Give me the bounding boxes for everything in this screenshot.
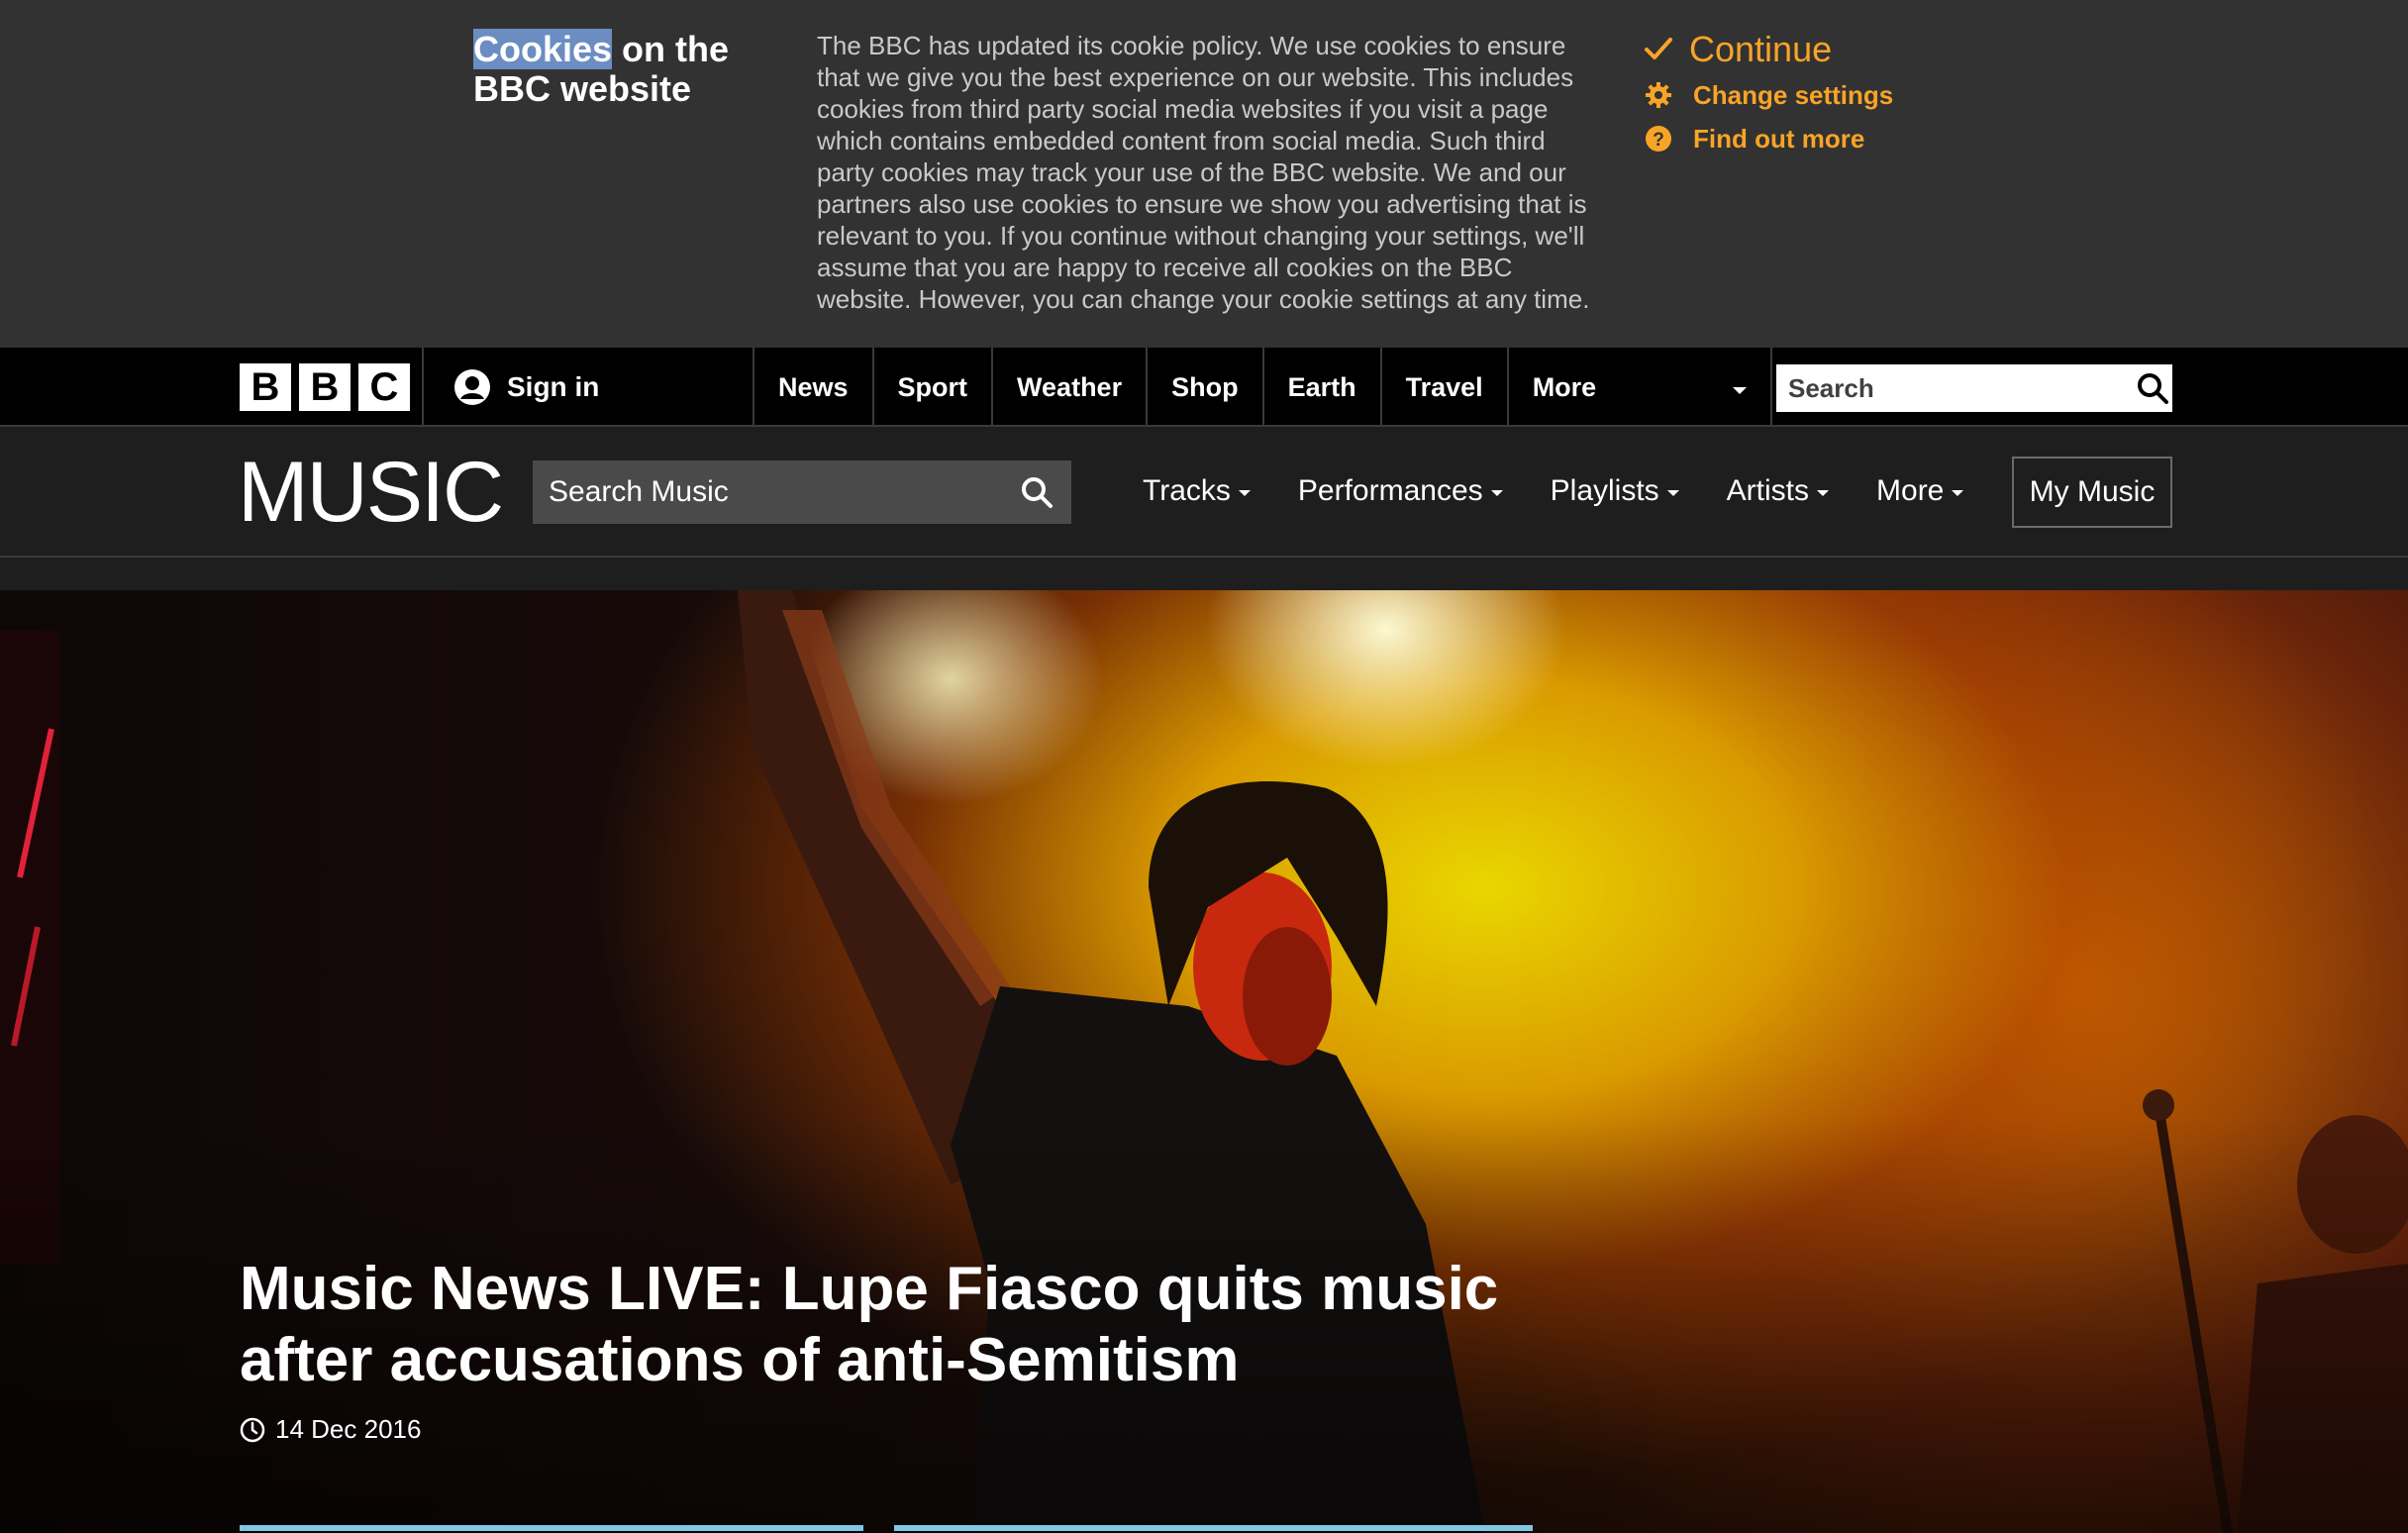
hero-carousel-tab[interactable] <box>240 1525 863 1531</box>
change-settings-label: Change settings <box>1693 79 1894 110</box>
cookie-banner-title: Cookies on the BBC website <box>473 29 770 109</box>
bbc-global-nav: B B C Sign in News Sport Weather Shop Ea… <box>0 348 2408 427</box>
hero-timestamp: 14 Dec 2016 <box>240 1414 421 1445</box>
chevron-down-icon <box>1732 386 1747 394</box>
question-icon: ? <box>1644 124 1673 153</box>
cookie-actions: Continue Change settings ? Find out more <box>1644 26 1980 160</box>
hero-carousel-tab[interactable] <box>894 1525 1533 1531</box>
chevron-down-icon <box>1666 490 1679 496</box>
global-nav-links: News Sport Weather Shop Earth Travel Mor… <box>752 348 1772 427</box>
hero-banner[interactable]: Music News LIVE: Lupe Fiasco quits music… <box>0 590 2408 1533</box>
chevron-down-icon <box>1952 490 1964 496</box>
music-search-input[interactable] <box>549 475 1018 509</box>
music-nav-tracks[interactable]: Tracks <box>1143 474 1251 508</box>
nav-more-dropdown[interactable]: More <box>1506 348 1772 427</box>
sign-in-label: Sign in <box>507 371 600 402</box>
music-nav-playlists[interactable]: Playlists <box>1551 474 1679 508</box>
bbc-logo[interactable]: B B C <box>240 363 410 411</box>
music-header: MUSIC Tracks Performances Playlists Arti… <box>0 427 2408 558</box>
hero-headline[interactable]: Music News LIVE: Lupe Fiasco quits music… <box>240 1254 1626 1396</box>
nav-link-sport[interactable]: Sport <box>871 348 992 427</box>
sign-in-link[interactable]: Sign in <box>453 348 599 427</box>
nav-divider <box>422 348 424 427</box>
search-icon[interactable] <box>1018 473 1055 511</box>
music-nav-artists[interactable]: Artists <box>1726 474 1830 508</box>
bbc-logo-letter: B <box>299 363 351 411</box>
cookie-banner: Cookies on the BBC website The BBC has u… <box>0 0 2408 348</box>
bbc-logo-letter: C <box>358 363 410 411</box>
nav-link-shop[interactable]: Shop <box>1146 348 1262 427</box>
music-nav-label: Performances <box>1297 474 1483 507</box>
music-logo[interactable]: MUSIC <box>238 447 504 538</box>
continue-label: Continue <box>1689 29 1833 69</box>
chevron-down-icon <box>1817 490 1830 496</box>
svg-text:?: ? <box>1653 130 1664 151</box>
find-out-more-label: Find out more <box>1693 123 1865 153</box>
chevron-down-icon <box>1238 490 1251 496</box>
bbc-logo-letter: B <box>240 363 291 411</box>
gear-icon <box>1644 80 1673 110</box>
music-search-box <box>533 460 1071 524</box>
music-nav-performances[interactable]: Performances <box>1298 474 1503 508</box>
find-out-more-link[interactable]: ? Find out more <box>1644 117 1980 160</box>
my-music-button[interactable]: My Music <box>2012 457 2172 528</box>
chevron-down-icon <box>1490 490 1503 496</box>
nav-link-news[interactable]: News <box>752 348 872 427</box>
change-settings-link[interactable]: Change settings <box>1644 73 1980 117</box>
cookie-policy-text: The BBC has updated its cookie policy. W… <box>817 31 1590 314</box>
clock-icon <box>240 1417 265 1443</box>
nav-link-weather[interactable]: Weather <box>991 348 1146 427</box>
search-icon[interactable] <box>2135 370 2170 406</box>
music-nav-label: More <box>1876 474 1945 507</box>
music-nav-label: Artists <box>1726 474 1810 507</box>
global-search-box <box>1776 364 2172 412</box>
music-nav-label: Tracks <box>1143 474 1231 507</box>
nav-more-label: More <box>1532 371 1597 402</box>
music-nav-more[interactable]: More <box>1876 474 1964 508</box>
checkmark-icon <box>1644 35 1673 64</box>
global-search-input[interactable] <box>1788 372 2135 404</box>
nav-link-travel[interactable]: Travel <box>1379 348 1507 427</box>
continue-button[interactable]: Continue <box>1644 26 1980 73</box>
cookie-title-highlight: Cookies <box>473 29 613 69</box>
header-spacer <box>0 558 2408 590</box>
hero-date: 14 Dec 2016 <box>275 1414 422 1444</box>
music-nav: Tracks Performances Playlists Artists Mo… <box>1143 427 2011 556</box>
nav-link-earth[interactable]: Earth <box>1261 348 1380 427</box>
music-nav-label: Playlists <box>1550 474 1659 507</box>
user-icon <box>453 368 491 406</box>
